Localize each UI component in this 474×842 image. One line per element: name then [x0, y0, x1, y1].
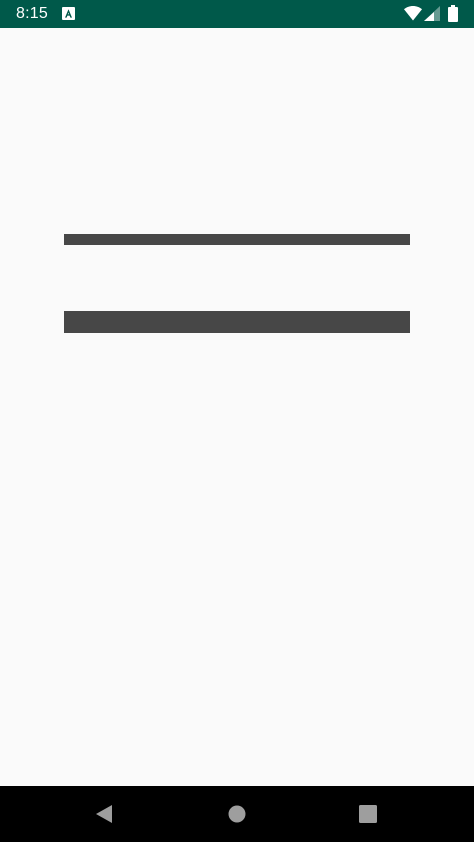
- cell-signal-icon: [424, 6, 440, 26]
- back-triangle-icon: [91, 800, 119, 828]
- thin-placeholder-bar: [64, 234, 410, 245]
- app-notification-icon: [62, 7, 75, 20]
- recents-button[interactable]: [354, 800, 382, 828]
- navigation-bar: [0, 786, 474, 842]
- home-circle-icon: [223, 800, 251, 828]
- back-button[interactable]: [91, 800, 119, 828]
- status-time: 8:15: [16, 5, 48, 22]
- main-content: [0, 28, 474, 786]
- battery-icon: [448, 5, 458, 27]
- thick-placeholder-bar: [64, 311, 410, 333]
- home-button[interactable]: [223, 800, 251, 828]
- status-bar: 8:15: [0, 0, 474, 28]
- recents-square-icon: [354, 800, 382, 828]
- wifi-icon: [404, 6, 422, 26]
